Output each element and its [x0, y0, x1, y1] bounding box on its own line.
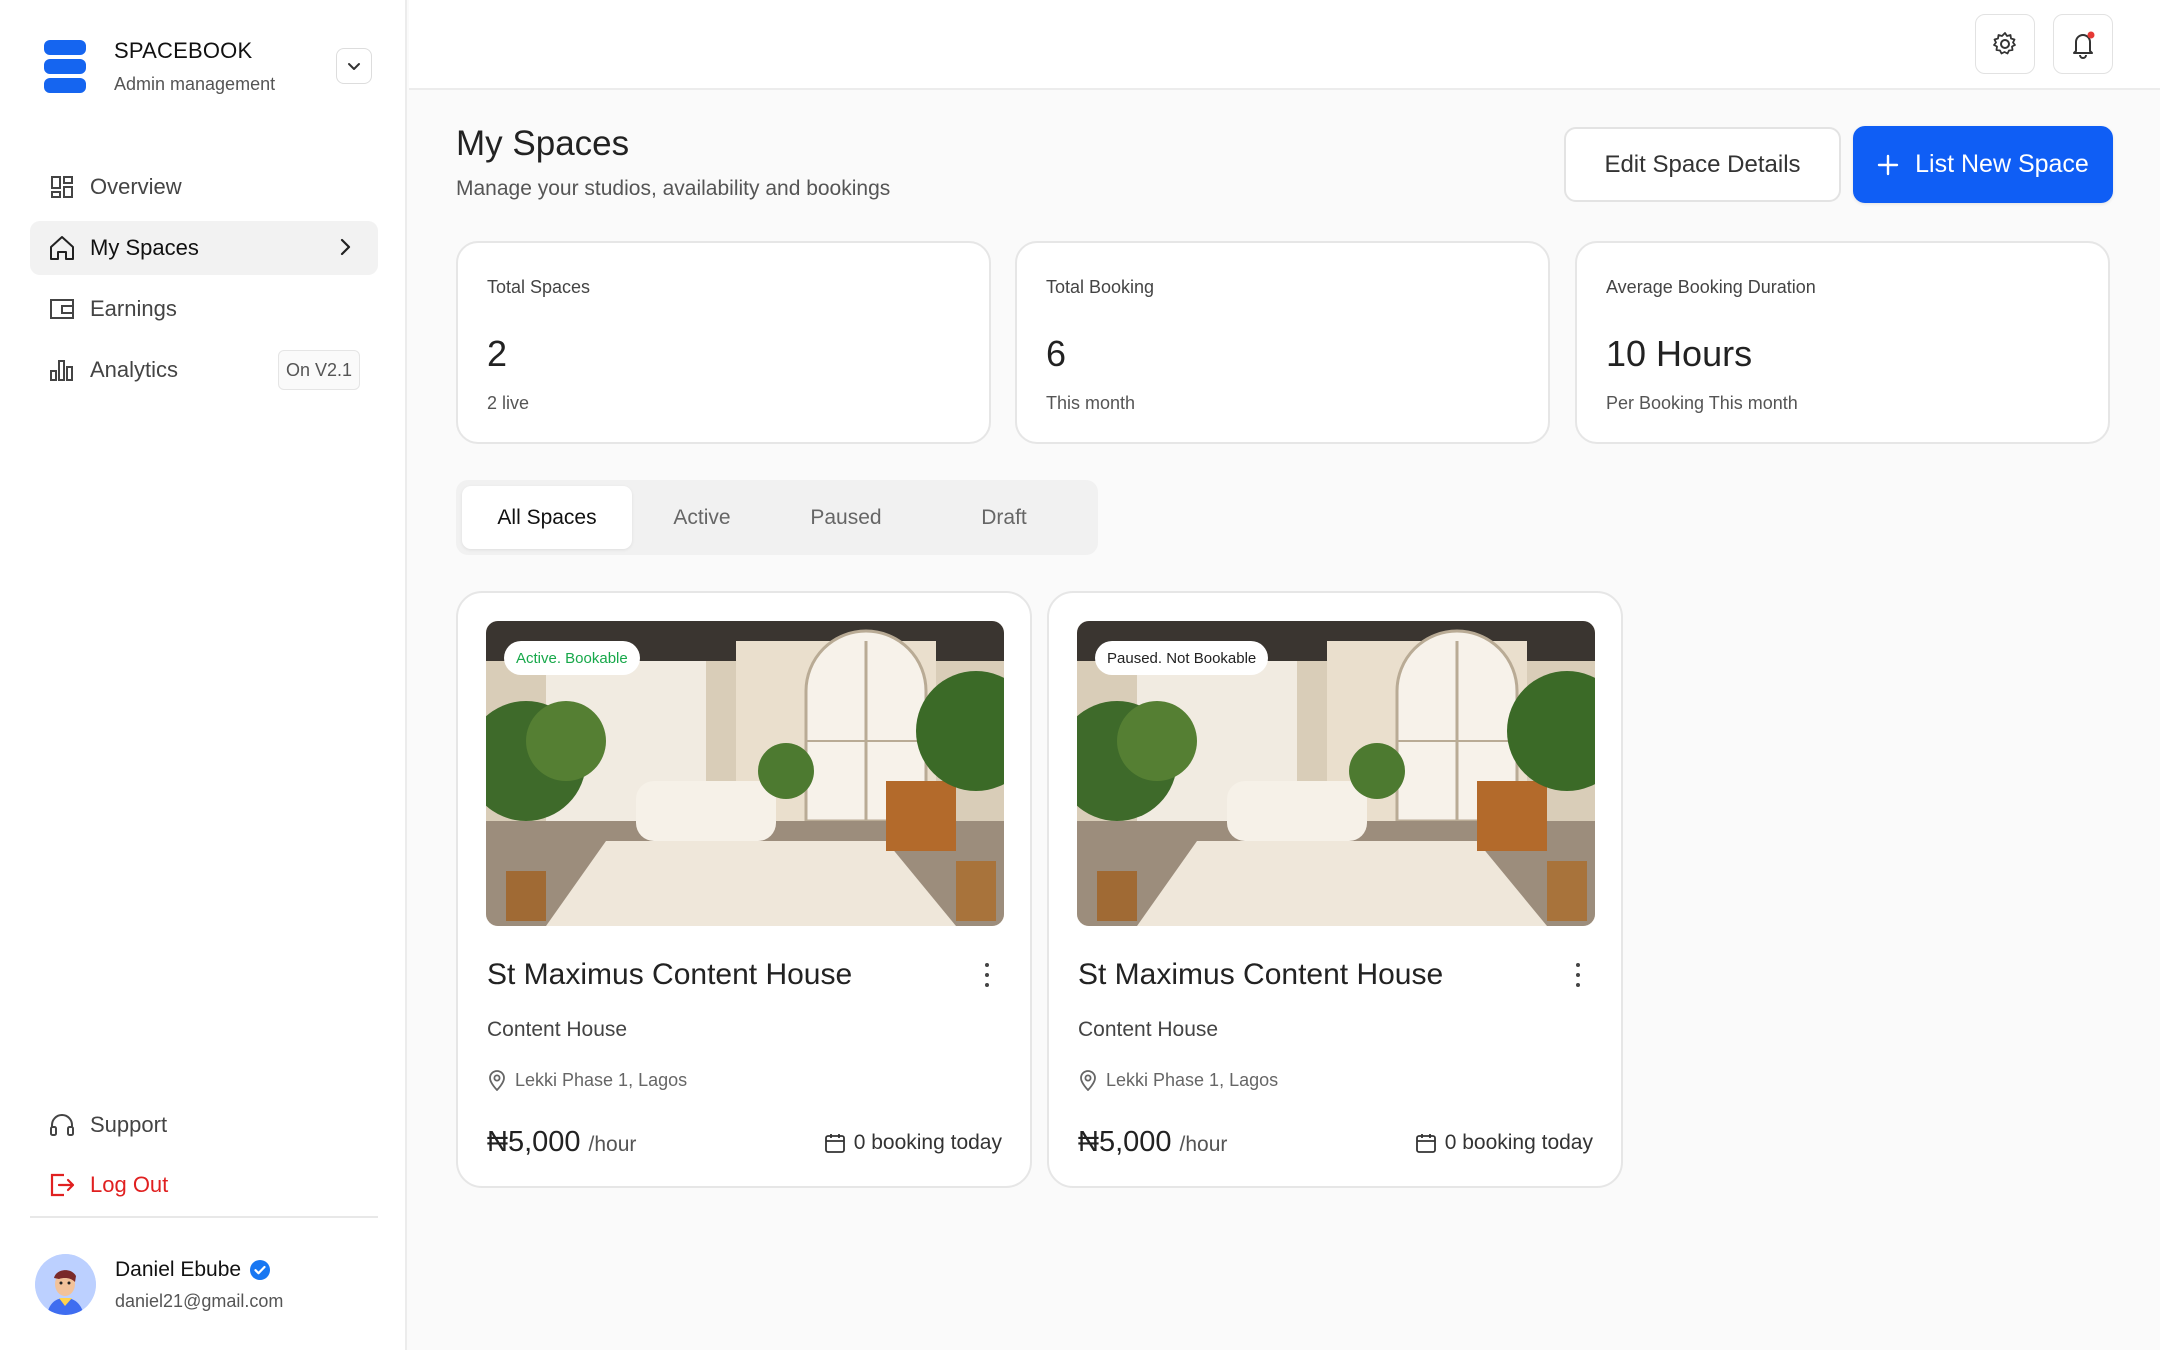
sidebar-nav: Overview My Spaces Earnings Analytics On… [30, 160, 378, 404]
sidebar: SPACEBOOK Admin management Overview My S… [0, 0, 407, 1350]
sidebar-item-label: Earnings [90, 296, 177, 321]
calendar-icon [824, 1134, 845, 1153]
wallet-icon [48, 295, 76, 323]
sidebar-item-earnings[interactable]: Earnings [30, 282, 378, 336]
booking-count: 0 booking today [1415, 1131, 1593, 1155]
sidebar-item-overview[interactable]: Overview [30, 160, 378, 214]
workspace-switcher-button[interactable] [336, 48, 372, 84]
bar-chart-icon [48, 356, 76, 384]
user-profile[interactable]: Daniel Ebube daniel21@gmail.com [35, 1254, 283, 1315]
edit-space-details-button[interactable]: Edit Space Details [1564, 127, 1841, 202]
page-subtitle: Manage your studios, availability and bo… [456, 177, 891, 200]
location-text: Lekki Phase 1, Lagos [515, 1069, 688, 1090]
space-filter-tabs: All Spaces Active Paused Draft [456, 480, 1098, 555]
stat-card-total-spaces: Total Spaces 2 2 live [456, 241, 991, 444]
sidebar-divider [30, 1216, 378, 1218]
user-name: Daniel Ebube [115, 1257, 242, 1281]
sidebar-item-label: Log Out [90, 1172, 169, 1197]
list-new-space-label: List New Space [1915, 150, 2089, 178]
tab-paused[interactable]: Paused [772, 486, 920, 549]
space-price: ₦5,000 /hour [487, 1126, 636, 1159]
sidebar-item-label: Analytics [90, 357, 179, 382]
sidebar-item-my-spaces[interactable]: My Spaces [30, 221, 378, 275]
sidebar-item-analytics[interactable]: Analytics On V2.1 [30, 343, 378, 397]
space-title: St Maximus Content House [487, 958, 853, 991]
price-value: ₦5,000 [487, 1126, 581, 1158]
status-badge: Active. Bookable [504, 641, 640, 675]
space-location: Lekki Phase 1, Lagos [1078, 1069, 1278, 1091]
space-photo: Paused. Not Bookable [1077, 621, 1595, 926]
sidebar-item-label: Overview [90, 174, 182, 199]
bell-icon [2073, 31, 2095, 59]
sidebar-item-logout[interactable]: Log Out [30, 1158, 378, 1212]
page-title: My Spaces [456, 124, 630, 163]
stat-card-average-duration: Average Booking Duration 10 Hours Per Bo… [1575, 241, 2110, 444]
verified-badge-icon [250, 1259, 271, 1280]
topbar [409, 0, 2160, 90]
stat-card-total-booking: Total Booking 6 This month [1015, 241, 1550, 444]
logout-icon [48, 1171, 76, 1199]
stat-label: Average Booking Duration [1606, 277, 1816, 297]
status-badge: Paused. Not Bookable [1095, 641, 1269, 675]
stat-label: Total Spaces [487, 277, 591, 297]
location-pin-icon [489, 1070, 505, 1091]
space-photo: Active. Bookable [486, 621, 1004, 926]
space-title: St Maximus Content House [1078, 958, 1444, 991]
price-value: ₦5,000 [1078, 1126, 1172, 1158]
plus-icon [1877, 154, 1899, 175]
stat-label: Total Booking [1046, 277, 1155, 297]
tab-all-spaces[interactable]: All Spaces [462, 486, 632, 549]
stat-note: This month [1046, 393, 1136, 413]
brand-subtitle: Admin management [114, 74, 276, 94]
sidebar-item-label: My Spaces [90, 235, 199, 260]
location-pin-icon [1080, 1070, 1096, 1091]
chevron-down-icon [348, 63, 360, 70]
more-options-button[interactable] [1573, 963, 1583, 987]
calendar-icon [1415, 1134, 1436, 1153]
brand-name: SPACEBOOK [114, 38, 253, 63]
settings-button[interactable] [1975, 14, 2035, 74]
space-type: Content House [1078, 1018, 1219, 1041]
sidebar-bottom-nav: Support Log Out [30, 1098, 378, 1218]
booking-count-text: 0 booking today [853, 1131, 1002, 1154]
chevron-right-icon [340, 238, 351, 256]
notifications-button[interactable] [2053, 14, 2113, 74]
price-unit: /hour [588, 1133, 637, 1156]
version-badge: On V2.1 [277, 350, 360, 390]
stat-note: 2 live [487, 393, 530, 413]
space-location: Lekki Phase 1, Lagos [487, 1069, 687, 1091]
space-price: ₦5,000 /hour [1078, 1126, 1227, 1159]
brand-logo [44, 39, 86, 94]
grid-icon [48, 173, 76, 201]
stat-value: 6 [1046, 333, 1067, 374]
tab-draft[interactable]: Draft [920, 486, 1088, 549]
stat-value: 2 [487, 333, 508, 374]
stat-note: Per Booking This month [1606, 393, 1798, 413]
space-card[interactable]: Paused. Not Bookable St Maximus Content … [1047, 591, 1623, 1188]
home-icon [48, 234, 76, 262]
booking-count-text: 0 booking today [1444, 1131, 1593, 1154]
price-unit: /hour [1179, 1133, 1228, 1156]
tab-active[interactable]: Active [632, 486, 772, 549]
headset-icon [48, 1111, 76, 1139]
more-options-button[interactable] [982, 963, 992, 987]
location-text: Lekki Phase 1, Lagos [1106, 1069, 1279, 1090]
user-email: daniel21@gmail.com [115, 1290, 284, 1311]
avatar [35, 1254, 96, 1315]
space-type: Content House [487, 1018, 628, 1041]
sidebar-item-label: Support [90, 1112, 168, 1137]
booking-count: 0 booking today [824, 1131, 1002, 1155]
sidebar-item-support[interactable]: Support [30, 1098, 378, 1152]
brand: SPACEBOOK Admin management [44, 38, 275, 95]
gear-icon [1993, 32, 2016, 55]
stat-value: 10 Hours [1606, 333, 1753, 374]
space-card[interactable]: Active. Bookable St Maximus Content Hous… [456, 591, 1032, 1188]
list-new-space-button[interactable]: List New Space [1853, 126, 2113, 203]
